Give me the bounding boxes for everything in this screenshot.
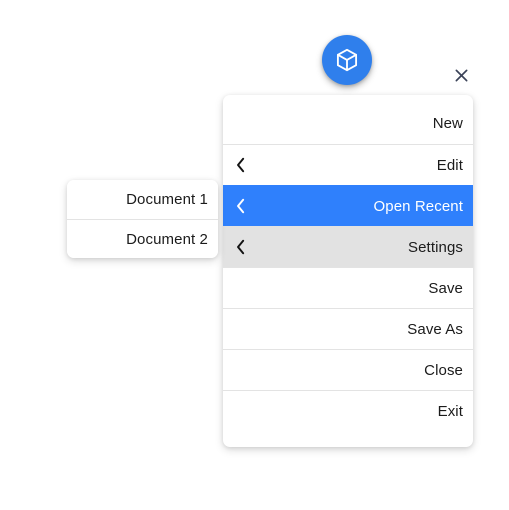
main-menu-panel: New Edit Open Recent Settings Save Save As Clo… (223, 95, 473, 447)
menu-item-label: Edit (436, 156, 463, 174)
submenu-item-document-1[interactable]: Document 1 (67, 180, 218, 219)
submenu-item-label: Document 1 (126, 191, 208, 208)
close-button[interactable] (448, 62, 474, 88)
menu-item-edit[interactable]: Edit (223, 144, 473, 185)
menu-item-exit[interactable]: Exit (223, 390, 473, 431)
open-recent-submenu-panel: Document 1 Document 2 (67, 180, 218, 258)
menu-item-save[interactable]: Save (223, 267, 473, 308)
submenu-item-document-2[interactable]: Document 2 (67, 219, 218, 258)
chevron-left-icon (233, 239, 247, 255)
cube-icon (334, 47, 360, 73)
submenu-item-label: Document 2 (126, 230, 208, 248)
cube-fab-button[interactable] (322, 35, 372, 85)
menu-item-close[interactable]: Close (223, 349, 473, 390)
menu-item-label: Save (428, 279, 463, 297)
menu-item-label: Settings (408, 238, 463, 256)
menu-item-settings[interactable]: Settings (223, 226, 473, 267)
menu-item-open-recent[interactable]: Open Recent (223, 185, 473, 226)
close-icon (452, 66, 471, 85)
menu-item-label: Open Recent (373, 197, 463, 215)
menu-item-new[interactable]: New (223, 103, 473, 144)
chevron-left-icon (233, 198, 247, 214)
menu-item-label: New (432, 115, 463, 132)
menu-item-label: Save As (407, 320, 463, 338)
menu-item-label: Close (424, 361, 463, 379)
chevron-left-icon (233, 157, 247, 173)
menu-item-label: Exit (437, 402, 463, 420)
menu-item-save-as[interactable]: Save As (223, 308, 473, 349)
